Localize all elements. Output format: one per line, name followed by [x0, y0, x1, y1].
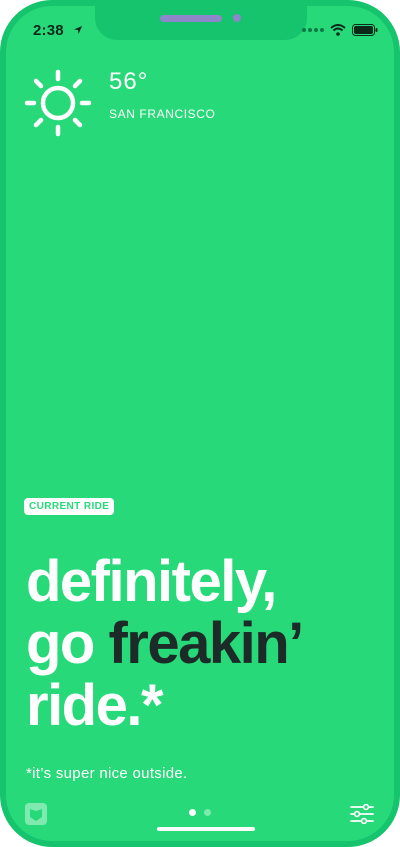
- headline-line-1: definitely,: [26, 549, 277, 614]
- status-indicators: [302, 24, 378, 36]
- app-screen: 2:38 56° SAN FRANCISCO CURRENT RIDE defi…: [6, 6, 394, 841]
- notch: [95, 6, 307, 40]
- ride-headline: definitely, go freakin’ ride.*: [26, 551, 386, 737]
- status-time: 2:38: [33, 22, 64, 39]
- headline-line-2: go freakin’: [26, 613, 386, 675]
- page-indicator[interactable]: [189, 809, 211, 816]
- signal-icon: [302, 28, 324, 32]
- temperature: 56°: [109, 68, 149, 95]
- history-card-icon[interactable]: [24, 802, 48, 826]
- wifi-icon: [330, 24, 346, 36]
- speaker: [160, 15, 222, 22]
- battery-icon: [352, 24, 378, 36]
- location-arrow-icon: [74, 26, 82, 34]
- sun-icon: [24, 69, 92, 137]
- footnote: *it’s super nice outside.: [26, 765, 188, 782]
- camera: [233, 14, 241, 22]
- phone-frame: 2:38 56° SAN FRANCISCO CURRENT RIDE defi…: [0, 0, 400, 847]
- headline-word-freakin: freakin’: [108, 611, 304, 676]
- city-name: SAN FRANCISCO: [109, 107, 216, 121]
- home-indicator[interactable]: [157, 827, 255, 831]
- page-dot-2[interactable]: [204, 809, 211, 816]
- headline-word-go: go: [26, 611, 95, 676]
- current-ride-badge: CURRENT RIDE: [24, 498, 115, 515]
- page-dot-1[interactable]: [189, 809, 196, 816]
- headline-line-3: ride.*: [26, 673, 164, 738]
- settings-sliders-icon[interactable]: [350, 804, 374, 824]
